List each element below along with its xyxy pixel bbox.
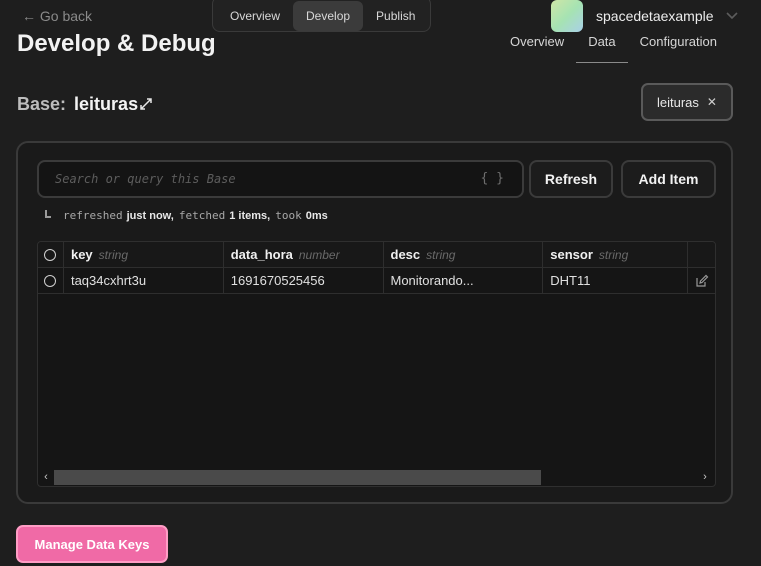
base-prefix: Base: (17, 94, 67, 114)
status-refreshed: refreshed (63, 209, 123, 222)
data-table: key string data_hora number desc string sen… (37, 241, 716, 487)
column-name: key (70, 247, 93, 262)
corner-icon (45, 209, 51, 218)
select-all-cell (38, 242, 64, 267)
table-row[interactable]: taq34cxhrt3u 1691670525456 Monitorando..… (38, 268, 715, 294)
column-header[interactable]: key string (64, 242, 224, 267)
column-type: string (426, 247, 456, 262)
refresh-button[interactable]: Refresh (529, 160, 613, 198)
select-all-checkbox[interactable] (44, 248, 57, 261)
subtab-overview[interactable]: Overview (510, 34, 564, 63)
search-box: { } (37, 160, 524, 198)
cell-key[interactable]: taq34cxhrt3u (64, 268, 224, 293)
actions-header (688, 242, 715, 267)
base-heading: Base: leituras (17, 94, 138, 115)
fetch-status: refreshed just now, fetched 1 items, too… (45, 209, 328, 222)
row-checkbox[interactable] (44, 274, 57, 287)
base-name: leituras (74, 94, 139, 114)
go-back-link[interactable]: ← Go back (22, 8, 92, 24)
row-select-cell (38, 268, 64, 293)
profile-menu[interactable]: spacedetaexample (551, 0, 738, 32)
column-header[interactable]: data_hora number (224, 242, 384, 267)
base-chip[interactable]: leituras ✕ (641, 83, 733, 121)
column-type: string (598, 247, 629, 262)
edit-icon[interactable] (688, 268, 715, 293)
status-duration: 0ms (305, 209, 328, 222)
close-icon[interactable]: ✕ (707, 95, 717, 109)
status-took: took (275, 209, 302, 222)
top-bar: ← Go back Overview Develop Publish space… (0, 0, 761, 34)
section-switcher: Overview Develop Publish (212, 0, 431, 32)
avatar (551, 0, 583, 32)
expand-icon[interactable] (139, 97, 153, 111)
add-item-button[interactable]: Add Item (621, 160, 716, 198)
cell-sensor[interactable]: DHT11 (543, 268, 689, 293)
subtab-data[interactable]: Data (576, 34, 628, 63)
page-title: Develop & Debug (17, 30, 216, 57)
cell-data-hora[interactable]: 1691670525456 (224, 268, 384, 293)
tab-develop[interactable]: Develop (293, 0, 364, 31)
status-when: just now, (126, 209, 174, 222)
manage-data-keys-button[interactable]: Manage Data Keys (16, 525, 168, 563)
column-name: sensor (550, 247, 593, 262)
profile-name: spacedetaexample (596, 8, 714, 24)
table-header: key string data_hora number desc string sen… (38, 242, 715, 268)
search-input[interactable] (39, 162, 479, 196)
tab-publish[interactable]: Publish (363, 1, 428, 31)
tab-overview[interactable]: Overview (217, 1, 293, 31)
status-fetched: fetched (178, 209, 226, 222)
scroll-right-icon[interactable]: › (697, 471, 713, 483)
scroll-left-icon[interactable]: ‹ (38, 471, 54, 483)
column-type: string (98, 247, 129, 262)
base-chip-label: leituras (657, 94, 699, 110)
data-subtabs: Overview Data Configuration (510, 34, 741, 63)
cell-desc[interactable]: Monitorando... (384, 268, 544, 293)
column-name: desc (390, 247, 421, 262)
data-panel: { } Refresh Add Item refreshed just now,… (16, 141, 733, 504)
column-header[interactable]: desc string (384, 242, 544, 267)
status-count: 1 items, (229, 209, 271, 222)
horizontal-scrollbar[interactable]: ‹ › (38, 468, 715, 486)
column-type: number (298, 247, 340, 262)
column-name: data_hora (230, 247, 293, 262)
query-mode-icon[interactable]: { } (481, 171, 504, 186)
column-header[interactable]: sensor string (543, 242, 689, 267)
subtab-configuration[interactable]: Configuration (640, 34, 717, 63)
chevron-down-icon (725, 9, 738, 23)
scrollbar-thumb[interactable] (54, 470, 541, 485)
